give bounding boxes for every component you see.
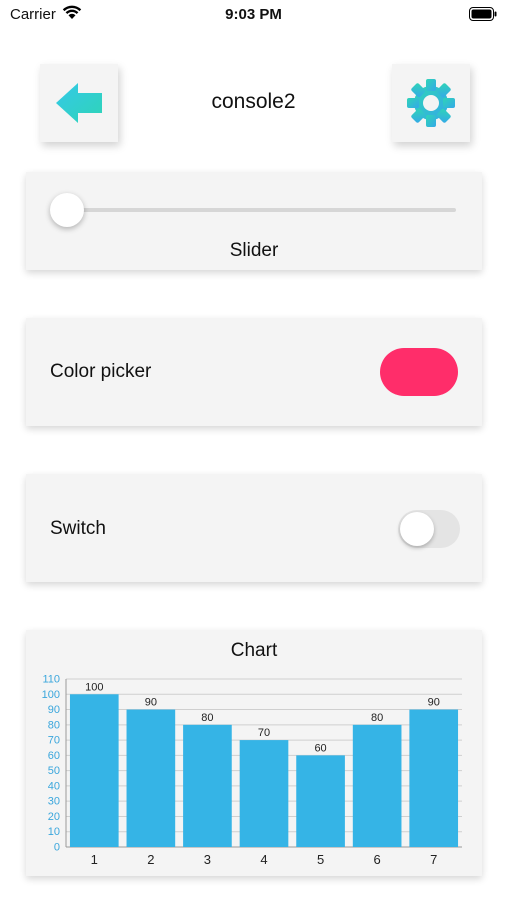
x-tick-label: 7 (430, 852, 437, 867)
x-tick-label: 6 (374, 852, 381, 867)
slider-card: Slider (26, 172, 482, 270)
y-tick-label: 40 (48, 780, 60, 792)
color-picker-label: Color picker (50, 361, 152, 382)
slider-label: Slider (229, 240, 279, 261)
bar-data-label: 90 (428, 697, 440, 709)
y-tick-label: 20 (48, 811, 60, 823)
x-tick-label: 3 (204, 852, 211, 867)
bar-data-label: 70 (258, 727, 270, 739)
clock: 9:03 PM (225, 6, 282, 23)
y-tick-label: 90 (48, 704, 60, 716)
color-picker-card: Color picker (26, 318, 482, 426)
switch-card: Switch (26, 474, 482, 582)
battery-icon (469, 7, 497, 21)
y-tick-label: 80 (48, 719, 60, 731)
chart-bar (126, 709, 176, 847)
chart-bar (296, 755, 345, 847)
chart-bar (409, 709, 459, 847)
chart-title: Chart (230, 640, 278, 661)
y-tick-label: 70 (48, 735, 60, 747)
status-bar: Carrier 9:03 PM (0, 0, 507, 30)
toggle-switch[interactable] (398, 510, 460, 548)
y-tick-label: 110 (42, 674, 60, 686)
y-tick-label: 50 (48, 765, 60, 777)
toggle-switch-knob[interactable] (400, 512, 434, 546)
x-tick-label: 4 (260, 852, 267, 867)
chart-bar (69, 694, 119, 847)
bar-data-label: 100 (85, 681, 103, 693)
bar-data-label: 80 (371, 712, 383, 724)
x-tick-label: 1 (91, 852, 98, 867)
chart-bar (239, 740, 289, 847)
bar-chart: 0 10 20 30 40 50 60 70 80 90 100 110 100 1 90 2 80 3 70 4 60… (42, 674, 462, 867)
bar-data-label: 60 (314, 742, 326, 754)
y-tick-label: 100 (42, 689, 60, 701)
color-swatch-button[interactable] (380, 348, 458, 396)
gear-icon (407, 79, 455, 127)
y-tick-label: 60 (48, 750, 60, 762)
settings-button[interactable] (392, 64, 470, 142)
chart-bar (352, 724, 402, 847)
y-tick-label: 30 (48, 796, 60, 808)
x-tick-label: 2 (147, 852, 154, 867)
y-tick-label: 0 (54, 842, 60, 854)
bar-data-label: 80 (201, 712, 213, 724)
chart-card: Chart 0 10 20 30 40 50 60 70 80 90 100 110 100 1 90 2 80… (26, 630, 482, 876)
switch-label: Switch (50, 518, 106, 539)
y-tick-label: 10 (48, 826, 60, 838)
bar-data-label: 90 (145, 697, 157, 709)
x-tick-label: 5 (317, 852, 324, 867)
slider-track[interactable] (66, 208, 456, 212)
chart-bar (183, 724, 232, 847)
slider-thumb[interactable] (50, 193, 84, 227)
